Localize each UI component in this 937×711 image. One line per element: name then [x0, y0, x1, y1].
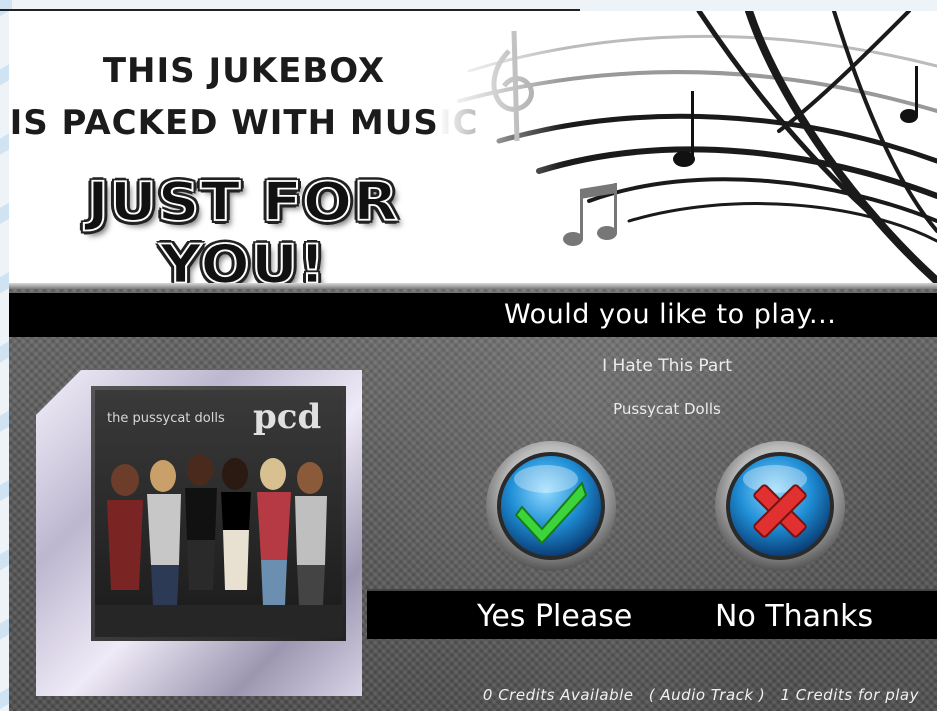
banner-line-2: IS PACKED WITH MUSIC: [9, 103, 479, 143]
song-title: I Hate This Part: [602, 356, 732, 376]
album-cover-border: the pussycat dolls pcd: [91, 386, 346, 641]
album-band-text: the pussycat dolls: [107, 411, 225, 426]
album-cover: the pussycat dolls pcd: [95, 390, 342, 637]
promo-banner: THIS JUKEBOX IS PACKED WITH MUSIC JUST F…: [9, 11, 937, 283]
cross-icon: [715, 441, 845, 571]
track-type: ( Audio Track ): [648, 686, 766, 704]
jukebox-screen: THIS JUKEBOX IS PACKED WITH MUSIC JUST F…: [0, 0, 937, 711]
banner-tagline: JUST FOR YOU!: [86, 170, 399, 283]
credits-for-play: 1 Credits for play: [780, 686, 919, 704]
no-button[interactable]: [713, 439, 847, 573]
music-swirl-graphic: [439, 11, 937, 283]
album-logo-text: pcd: [253, 397, 321, 437]
song-artist: Pussycat Dolls: [613, 400, 721, 418]
panel-sheen: [9, 283, 937, 289]
prompt-bar: Would you like to play...: [9, 293, 937, 337]
answer-bar: Yes Please No Thanks: [367, 589, 937, 639]
check-icon: [486, 441, 616, 571]
play-prompt-panel: Would you like to play... I Hate This Pa…: [9, 283, 937, 711]
credits-available: 0 Credits Available: [482, 686, 634, 704]
yes-button[interactable]: [484, 439, 618, 573]
credits-footer: 0 Credits Available ( Audio Track ) 1 Cr…: [369, 686, 919, 704]
no-label[interactable]: No Thanks: [715, 599, 873, 634]
banner-line-1: THIS JUKEBOX: [102, 51, 386, 91]
yes-label[interactable]: Yes Please: [477, 599, 632, 634]
prompt-heading: Would you like to play...: [504, 299, 837, 330]
album-frame: the pussycat dolls pcd: [36, 370, 362, 696]
